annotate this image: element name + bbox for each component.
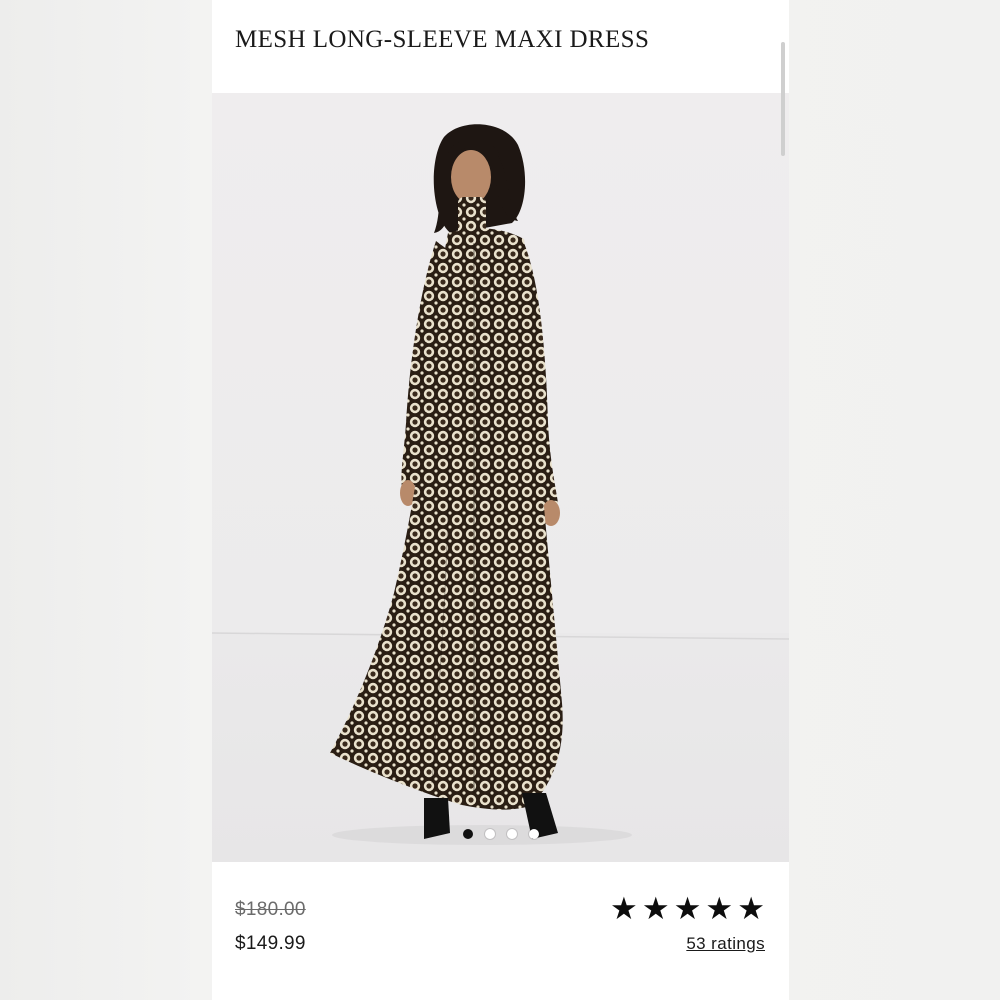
star-icon: ★ (610, 891, 638, 927)
product-image-gallery[interactable] (212, 93, 789, 862)
product-title: MESH LONG-SLEEVE MAXI DRESS (235, 26, 650, 53)
product-photo (212, 93, 789, 862)
scrollbar-thumb[interactable] (781, 42, 785, 156)
star-icon: ★ (705, 891, 734, 927)
gallery-dot-3[interactable] (506, 829, 517, 839)
ratings-count-link[interactable]: 53 ratings (686, 934, 765, 954)
star-icon: ★ (673, 891, 702, 927)
price-rating-section: $180.00 $149.99 ★ ★ ★ ★ ★ 53 ratings (212, 862, 789, 1000)
gallery-pagination (212, 829, 789, 843)
product-page: MESH LONG-SLEEVE MAXI DRESS $180.00 $149… (212, 0, 789, 1000)
original-price: $180.00 (235, 899, 306, 920)
star-rating: ★ ★ ★ ★ ★ (610, 892, 765, 926)
gallery-dot-4[interactable] (528, 829, 539, 839)
sale-price: $149.99 (235, 933, 306, 954)
gallery-dot-1[interactable] (462, 829, 473, 839)
title-bar: MESH LONG-SLEEVE MAXI DRESS (212, 0, 789, 93)
star-icon: ★ (737, 891, 765, 927)
star-icon: ★ (641, 891, 670, 927)
gallery-dot-2[interactable] (484, 829, 495, 839)
